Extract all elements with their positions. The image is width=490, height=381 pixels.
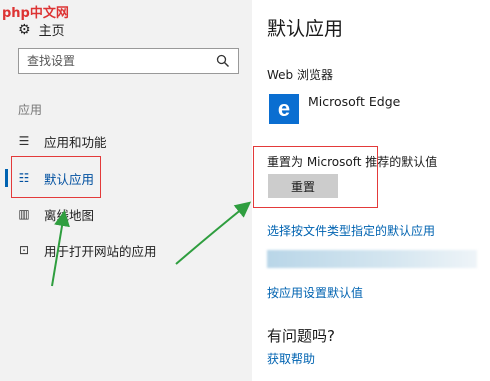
web-browser-label: Web 浏览器 xyxy=(267,68,333,82)
edge-browser-icon[interactable]: e xyxy=(269,94,299,124)
choose-by-filetype-link[interactable]: 选择按文件类型指定的默认应用 xyxy=(267,222,435,239)
open-web-icon: ⊡ xyxy=(18,243,30,257)
search-box[interactable] xyxy=(18,48,239,74)
sidebar-item-label: 离线地图 xyxy=(44,207,95,223)
sidebar-item-apps-for-websites[interactable]: ⊡ 用于打开网站的应用 xyxy=(0,235,250,265)
annotation-box-reset xyxy=(253,146,378,208)
home-label: 主页 xyxy=(38,24,65,39)
watermark: php中文网 xyxy=(2,6,69,21)
sidebar-item-apps-features[interactable]: ☰ 应用和功能 xyxy=(0,126,250,156)
search-input[interactable] xyxy=(27,54,216,68)
map-icon: ▥ xyxy=(18,207,30,221)
active-indicator xyxy=(5,169,8,187)
home-nav[interactable]: ⚙ 主页 xyxy=(18,20,65,40)
blurred-link xyxy=(267,250,477,268)
get-help-link[interactable]: 获取帮助 xyxy=(267,350,315,367)
search-icon[interactable] xyxy=(216,54,230,68)
question-heading: 有问题吗? xyxy=(267,327,335,345)
sidebar-item-label: 应用和功能 xyxy=(44,134,107,150)
sidebar-item-label: 用于打开网站的应用 xyxy=(44,243,157,259)
page-title: 默认应用 xyxy=(267,18,344,40)
section-label: 应用 xyxy=(18,103,43,117)
set-defaults-by-app-link[interactable]: 按应用设置默认值 xyxy=(267,284,363,301)
sidebar-item-offline-maps[interactable]: ▥ 离线地图 xyxy=(0,199,250,229)
annotation-box-default-apps xyxy=(11,156,101,198)
browser-name[interactable]: Microsoft Edge xyxy=(308,94,400,109)
list-icon: ☰ xyxy=(18,134,30,148)
gear-icon: ⚙ xyxy=(18,21,31,38)
